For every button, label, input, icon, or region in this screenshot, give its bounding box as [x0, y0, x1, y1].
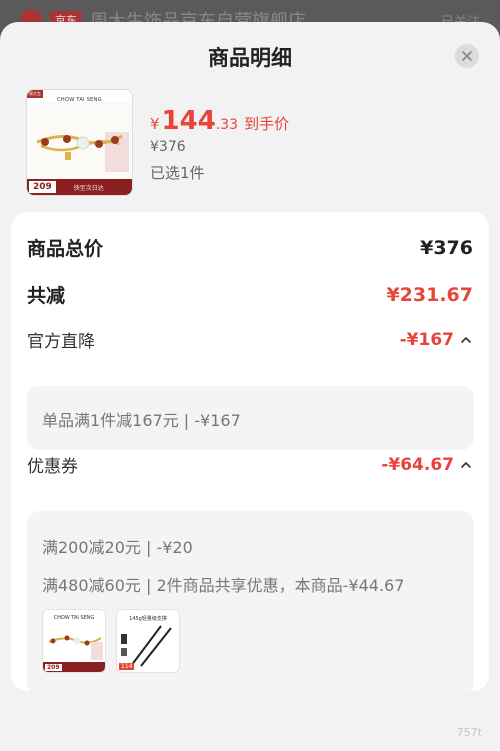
official-discount-row[interactable]: 官方直降 -¥167 — [27, 327, 473, 352]
coupon-detail-2: 满480减60元 | 2件商品共享优惠，本商品-¥44.67 — [42, 576, 405, 595]
official-value: -¥167 — [399, 329, 454, 350]
close-button[interactable] — [455, 44, 479, 68]
coupon-detail-box: 满200减20元 | -¥20 满480减60元 | 2件商品共享优惠，本商品-… — [27, 511, 474, 694]
thumb-slogan: 快至次日达 — [73, 184, 104, 192]
price-breakdown-card: 商品总价 ¥376 共减 ¥231.67 官方直降 -¥167 单品满1件减16… — [11, 212, 489, 694]
price-integer: 144 — [161, 106, 216, 136]
mini-thumb-price: 209 — [45, 664, 62, 671]
total-label: 商品总价 — [27, 238, 104, 260]
chevron-up-icon[interactable] — [459, 458, 473, 472]
product-detail-sheet: 商品明细 周大生 CHOW TAI SENG 209 快至次日达 ¥ 144 .… — [0, 22, 500, 751]
coupon-value-wrap: -¥64.67 — [381, 455, 473, 475]
reduce-row: 共减 ¥231.67 — [27, 281, 473, 308]
total-row: 商品总价 ¥376 — [27, 234, 473, 261]
official-label: 官方直降 — [27, 332, 95, 352]
original-price: ¥376 — [150, 139, 186, 155]
total-value: ¥376 — [420, 236, 473, 259]
official-value-wrap: -¥167 — [400, 330, 473, 350]
price-label: 到手价 — [244, 115, 290, 133]
coupon-detail-1: 满200减20元 | -¥20 — [42, 538, 193, 557]
official-detail: 单品满1件减167元 | -¥167 — [42, 411, 241, 430]
bracelet-image — [27, 102, 132, 182]
mini-thumb-title: CHOW TAI SENG — [53, 615, 95, 621]
close-icon — [462, 51, 472, 61]
reduce-label: 共减 — [27, 285, 66, 307]
coupon-label: 优惠券 — [27, 457, 78, 477]
reduce-value: ¥231.67 — [386, 283, 473, 306]
bracelet-image — [48, 635, 103, 660]
thumb-footer: 209 快至次日达 — [27, 179, 132, 195]
coupon-product-thumb-2[interactable]: 145g轻量级支撑 114 — [116, 609, 180, 673]
watermark: 757t — [456, 726, 482, 739]
coupon-product-thumb-1[interactable]: CHOW TAI SENG 209 — [42, 609, 106, 673]
thumb-price: 209 — [29, 181, 56, 193]
coupon-row[interactable]: 优惠券 -¥64.67 — [27, 452, 473, 477]
mini-thumb-price: 114 — [119, 663, 135, 670]
price-symbol: ¥ — [150, 115, 160, 133]
official-detail-box: 单品满1件减167元 | -¥167 — [27, 386, 474, 450]
chevron-up-icon[interactable] — [459, 333, 473, 347]
selected-count: 已选1件 — [150, 164, 205, 182]
final-price: ¥ 144 .33 到手价 — [150, 106, 289, 136]
product-thumbnail[interactable]: 周大生 CHOW TAI SENG 209 快至次日达 — [26, 89, 133, 196]
sheet-title: 商品明细 — [208, 46, 292, 70]
price-decimal: .33 — [215, 117, 239, 133]
coupon-value: -¥64.67 — [381, 454, 454, 475]
